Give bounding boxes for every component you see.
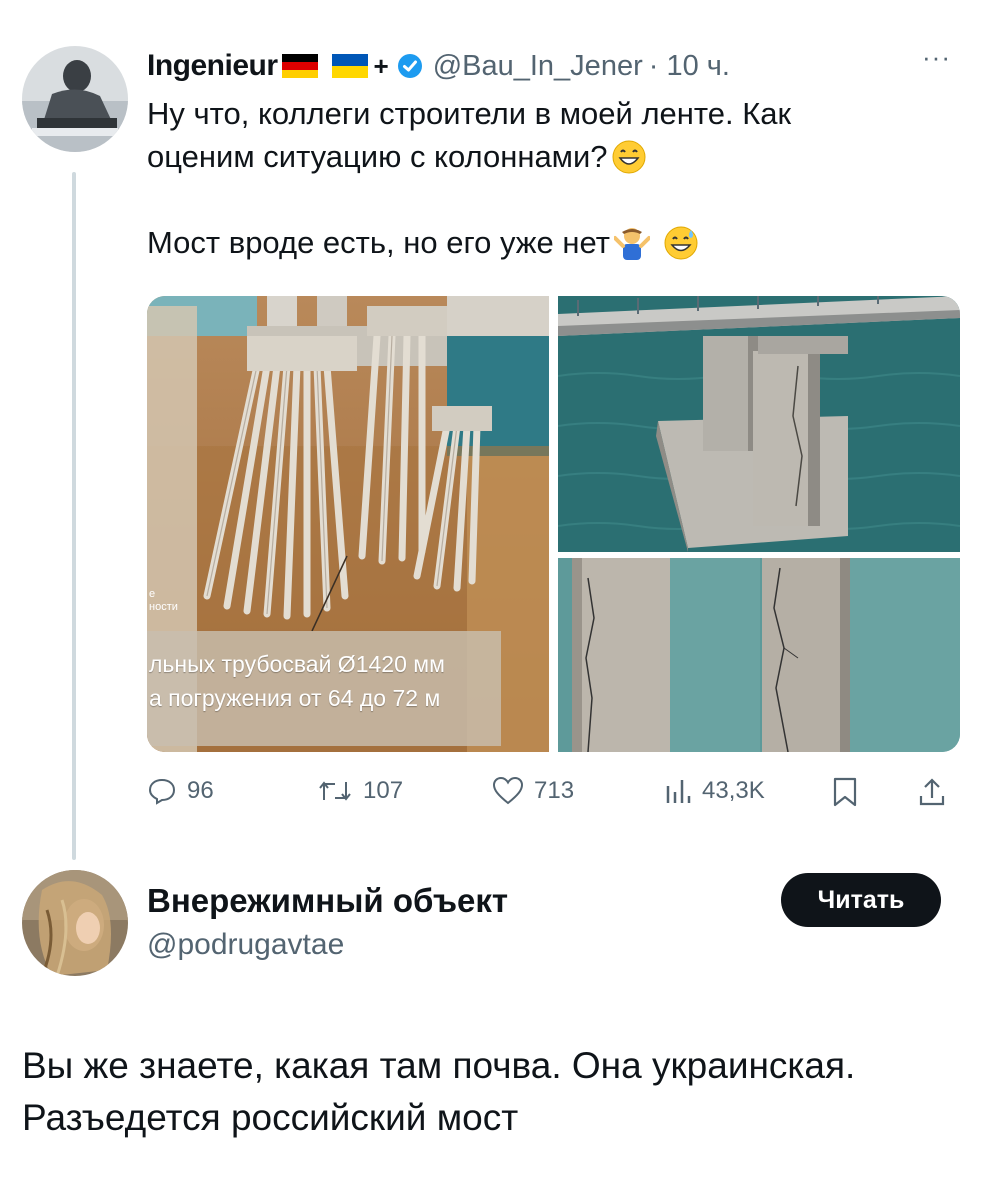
retweet-icon [319, 781, 351, 801]
author-handle[interactable]: @Bau_In_Jener [433, 50, 643, 83]
tweet-text-line: Мост вроде есть, но его уже нет [147, 221, 947, 264]
image-caption-small-line: е [149, 588, 156, 600]
media-image-cracks[interactable] [558, 558, 960, 752]
reply-count: 96 [187, 777, 214, 804]
germany-flag-icon [281, 54, 318, 78]
tweet-text: Ну что, коллеги строители в моей ленте. … [147, 92, 947, 264]
more-options-icon[interactable]: ··· [922, 42, 951, 73]
ukraine-flag-icon [331, 54, 368, 78]
bookmark-button[interactable] [832, 776, 868, 808]
plus-icon: + [373, 50, 389, 81]
follow-button[interactable]: Читать [781, 873, 941, 927]
media-image-bridge[interactable] [557, 296, 960, 552]
media-image-piles[interactable]: е ности льных трубосвай Ø1420 мм а погру… [147, 296, 549, 752]
reply-author-handle[interactable]: @podrugavtae [147, 928, 344, 962]
tweet-text-span: оценим ситуацию с колоннами? [147, 139, 608, 174]
media-grid[interactable]: е ности льных трубосвай Ø1420 мм а погру… [147, 296, 960, 752]
reply-button[interactable]: 96 [147, 776, 214, 806]
author-name[interactable]: Ingenieur [147, 49, 278, 83]
tweet-text-line: Ну что, коллеги строители в моей ленте. … [147, 96, 792, 131]
timestamp[interactable]: · 10 ч. [649, 50, 730, 83]
image-caption: льных трубосвай Ø1420 мм а погружения от… [147, 631, 501, 746]
retweet-button[interactable]: 107 [317, 776, 403, 806]
tweet-text-span: Мост вроде есть, но его уже нет [147, 225, 610, 260]
retweet-count: 107 [363, 777, 404, 804]
shrug-emoji-icon [612, 226, 651, 260]
sweat-smile-emoji-icon [664, 226, 698, 260]
views-button[interactable]: 43,3K [662, 776, 765, 806]
like-button[interactable]: 713 [492, 776, 574, 806]
verified-badge-icon [397, 53, 423, 79]
image-caption-small-line: ности [149, 601, 178, 613]
avatar[interactable] [22, 46, 128, 152]
tweet-header: Ingenieur + @Bau_In_Jener · 10 ч. [147, 44, 730, 88]
reply-icon [148, 778, 176, 805]
bookmark-icon [833, 777, 857, 807]
tweet-text-line: оценим ситуацию с колоннами? [147, 135, 947, 178]
share-button[interactable] [917, 776, 957, 808]
reply-text: Вы же знаете, какая там почва. Она украи… [22, 1040, 972, 1144]
views-count: 43,3K [702, 777, 765, 804]
views-chart-icon [666, 780, 691, 803]
image-caption-line: льных трубосвай Ø1420 мм [149, 651, 445, 677]
avatar[interactable] [22, 870, 128, 976]
heart-icon [492, 776, 524, 805]
image-caption-line: а погружения от 64 до 72 м [149, 685, 441, 711]
reply-author-name[interactable]: Внережимный объект [147, 882, 508, 920]
image-caption-small: е ности [149, 588, 178, 614]
reply-text-line: Разъедется российский мост [22, 1097, 519, 1138]
like-count: 713 [534, 777, 575, 804]
reply-text-line: Вы же знаете, какая там почва. Она украи… [22, 1045, 856, 1086]
share-icon [919, 778, 945, 806]
thread-line [72, 172, 76, 860]
tweet-actions: 96 107 713 43,3K [147, 776, 967, 816]
grinning-emoji-icon [612, 140, 646, 174]
